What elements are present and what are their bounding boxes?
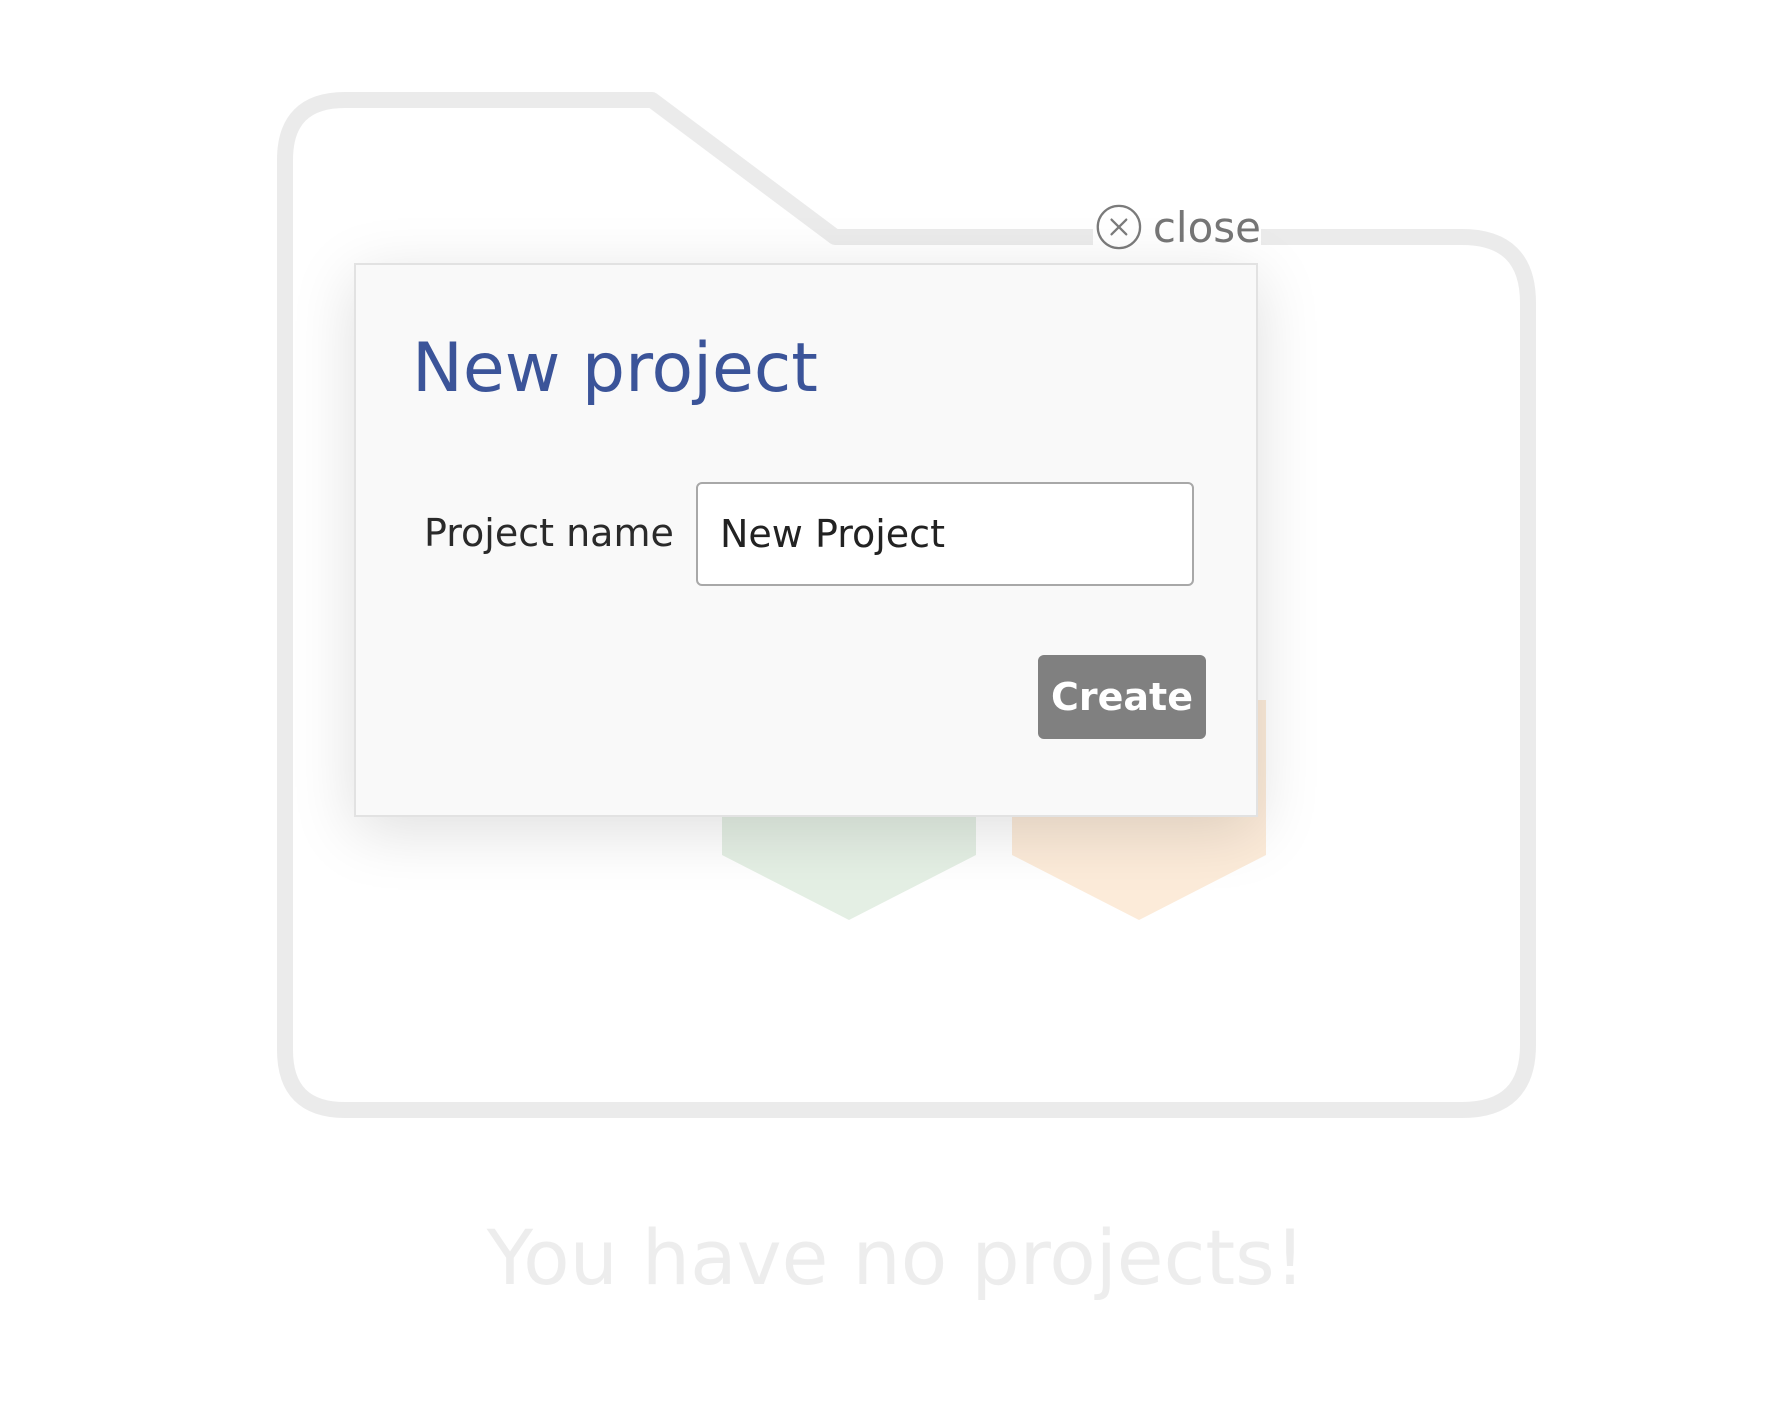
close-label[interactable]: close <box>1153 203 1261 252</box>
empty-projects-screen: You have no projects! close New project … <box>0 0 1792 1410</box>
close-icon[interactable] <box>1095 201 1143 253</box>
create-button[interactable]: Create <box>1038 655 1206 739</box>
dialog-title: New project <box>412 329 818 408</box>
project-name-label: Project name <box>424 511 674 555</box>
empty-projects-message: You have no projects! <box>486 1213 1306 1302</box>
project-name-input[interactable] <box>696 482 1194 586</box>
new-project-dialog: New project Project name Create <box>354 263 1258 817</box>
close-button[interactable]: close <box>1093 191 1261 263</box>
